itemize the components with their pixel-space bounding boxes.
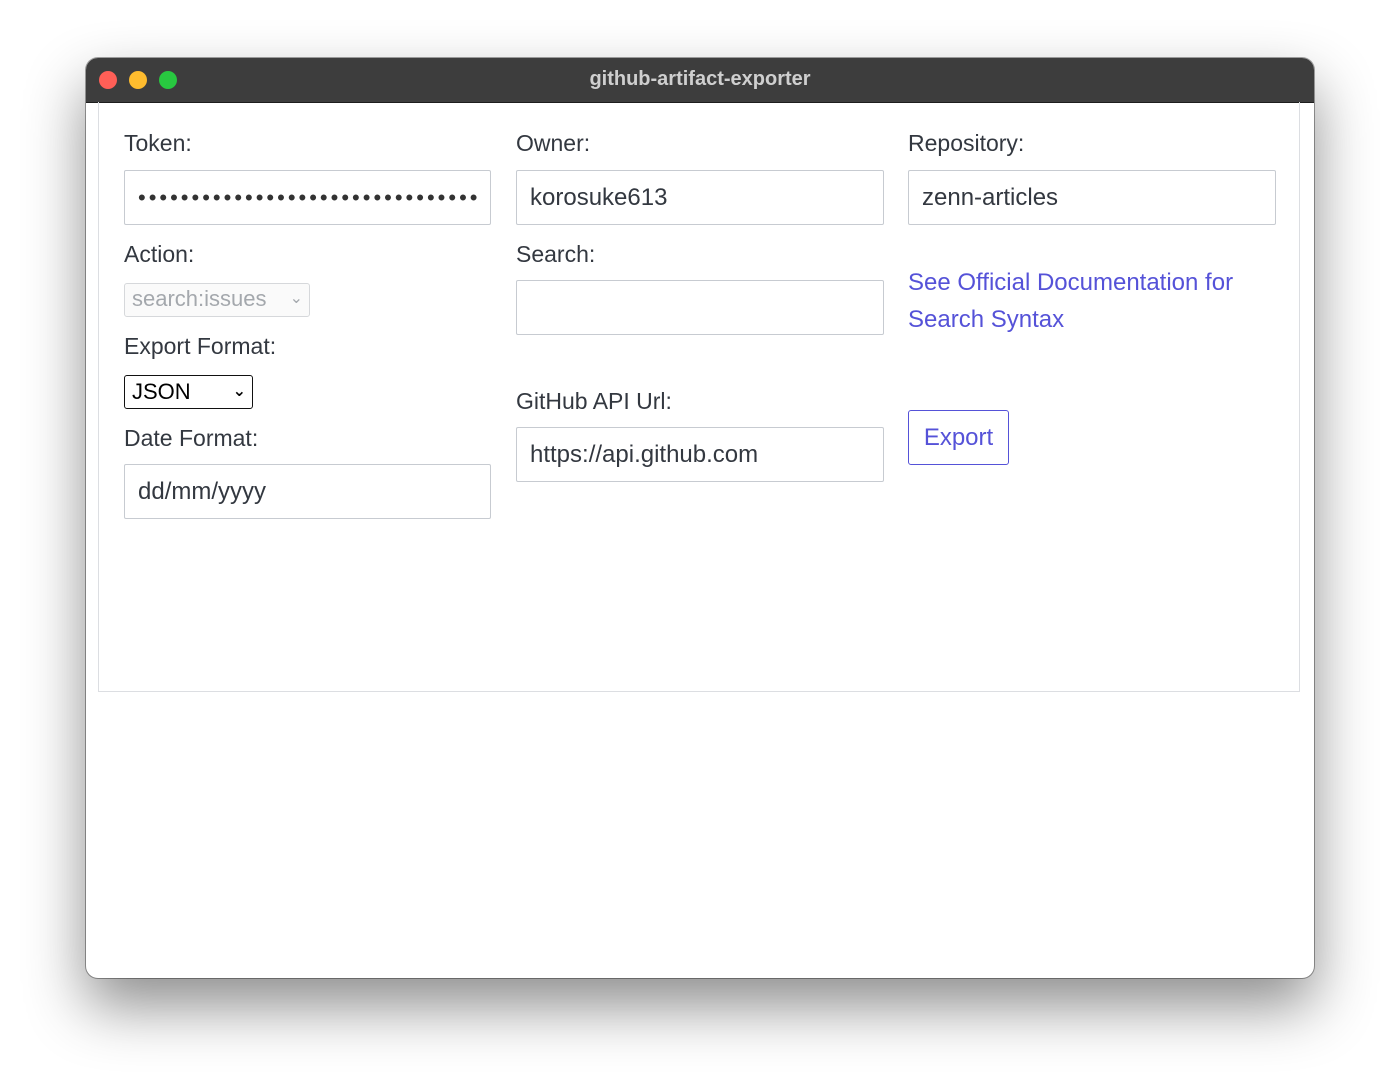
owner-field[interactable]: korosuke613: [516, 170, 884, 225]
search-label: Search:: [516, 241, 596, 267]
api-url-field[interactable]: https://api.github.com: [516, 427, 884, 482]
action-label: Action:: [124, 241, 195, 267]
date-format-field[interactable]: dd/mm/yyyy: [124, 464, 491, 519]
search-field[interactable]: [516, 280, 884, 335]
chevron-down-icon: ⌄: [289, 290, 303, 307]
date-format-label: Date Format:: [124, 425, 259, 451]
token-masked-value: ••••••••••••••••••••••••••••••••: [138, 185, 481, 210]
api-url-label: GitHub API Url:: [516, 388, 672, 414]
repository-field[interactable]: zenn-articles: [908, 170, 1276, 225]
title-bar: github-artifact-exporter: [86, 58, 1314, 103]
action-select: search:issues ⌄: [124, 283, 310, 317]
owner-label: Owner:: [516, 130, 591, 156]
action-select-value: search:issues: [132, 286, 267, 311]
token-label: Token:: [124, 130, 192, 156]
chevron-down-icon: ⌄: [232, 383, 246, 400]
search-syntax-docs-link[interactable]: See Official Documentation for Search Sy…: [908, 264, 1268, 338]
app-window: github-artifact-exporter Token: ••••••••…: [86, 58, 1314, 978]
export-format-label: Export Format:: [124, 333, 277, 359]
window-title: github-artifact-exporter: [589, 68, 811, 90]
export-format-select-value: JSON: [132, 379, 191, 404]
repository-label: Repository:: [908, 130, 1025, 156]
export-button[interactable]: Export: [908, 410, 1009, 465]
export-format-select[interactable]: JSON ⌄: [124, 375, 253, 409]
token-field[interactable]: ••••••••••••••••••••••••••••••••: [124, 170, 491, 225]
